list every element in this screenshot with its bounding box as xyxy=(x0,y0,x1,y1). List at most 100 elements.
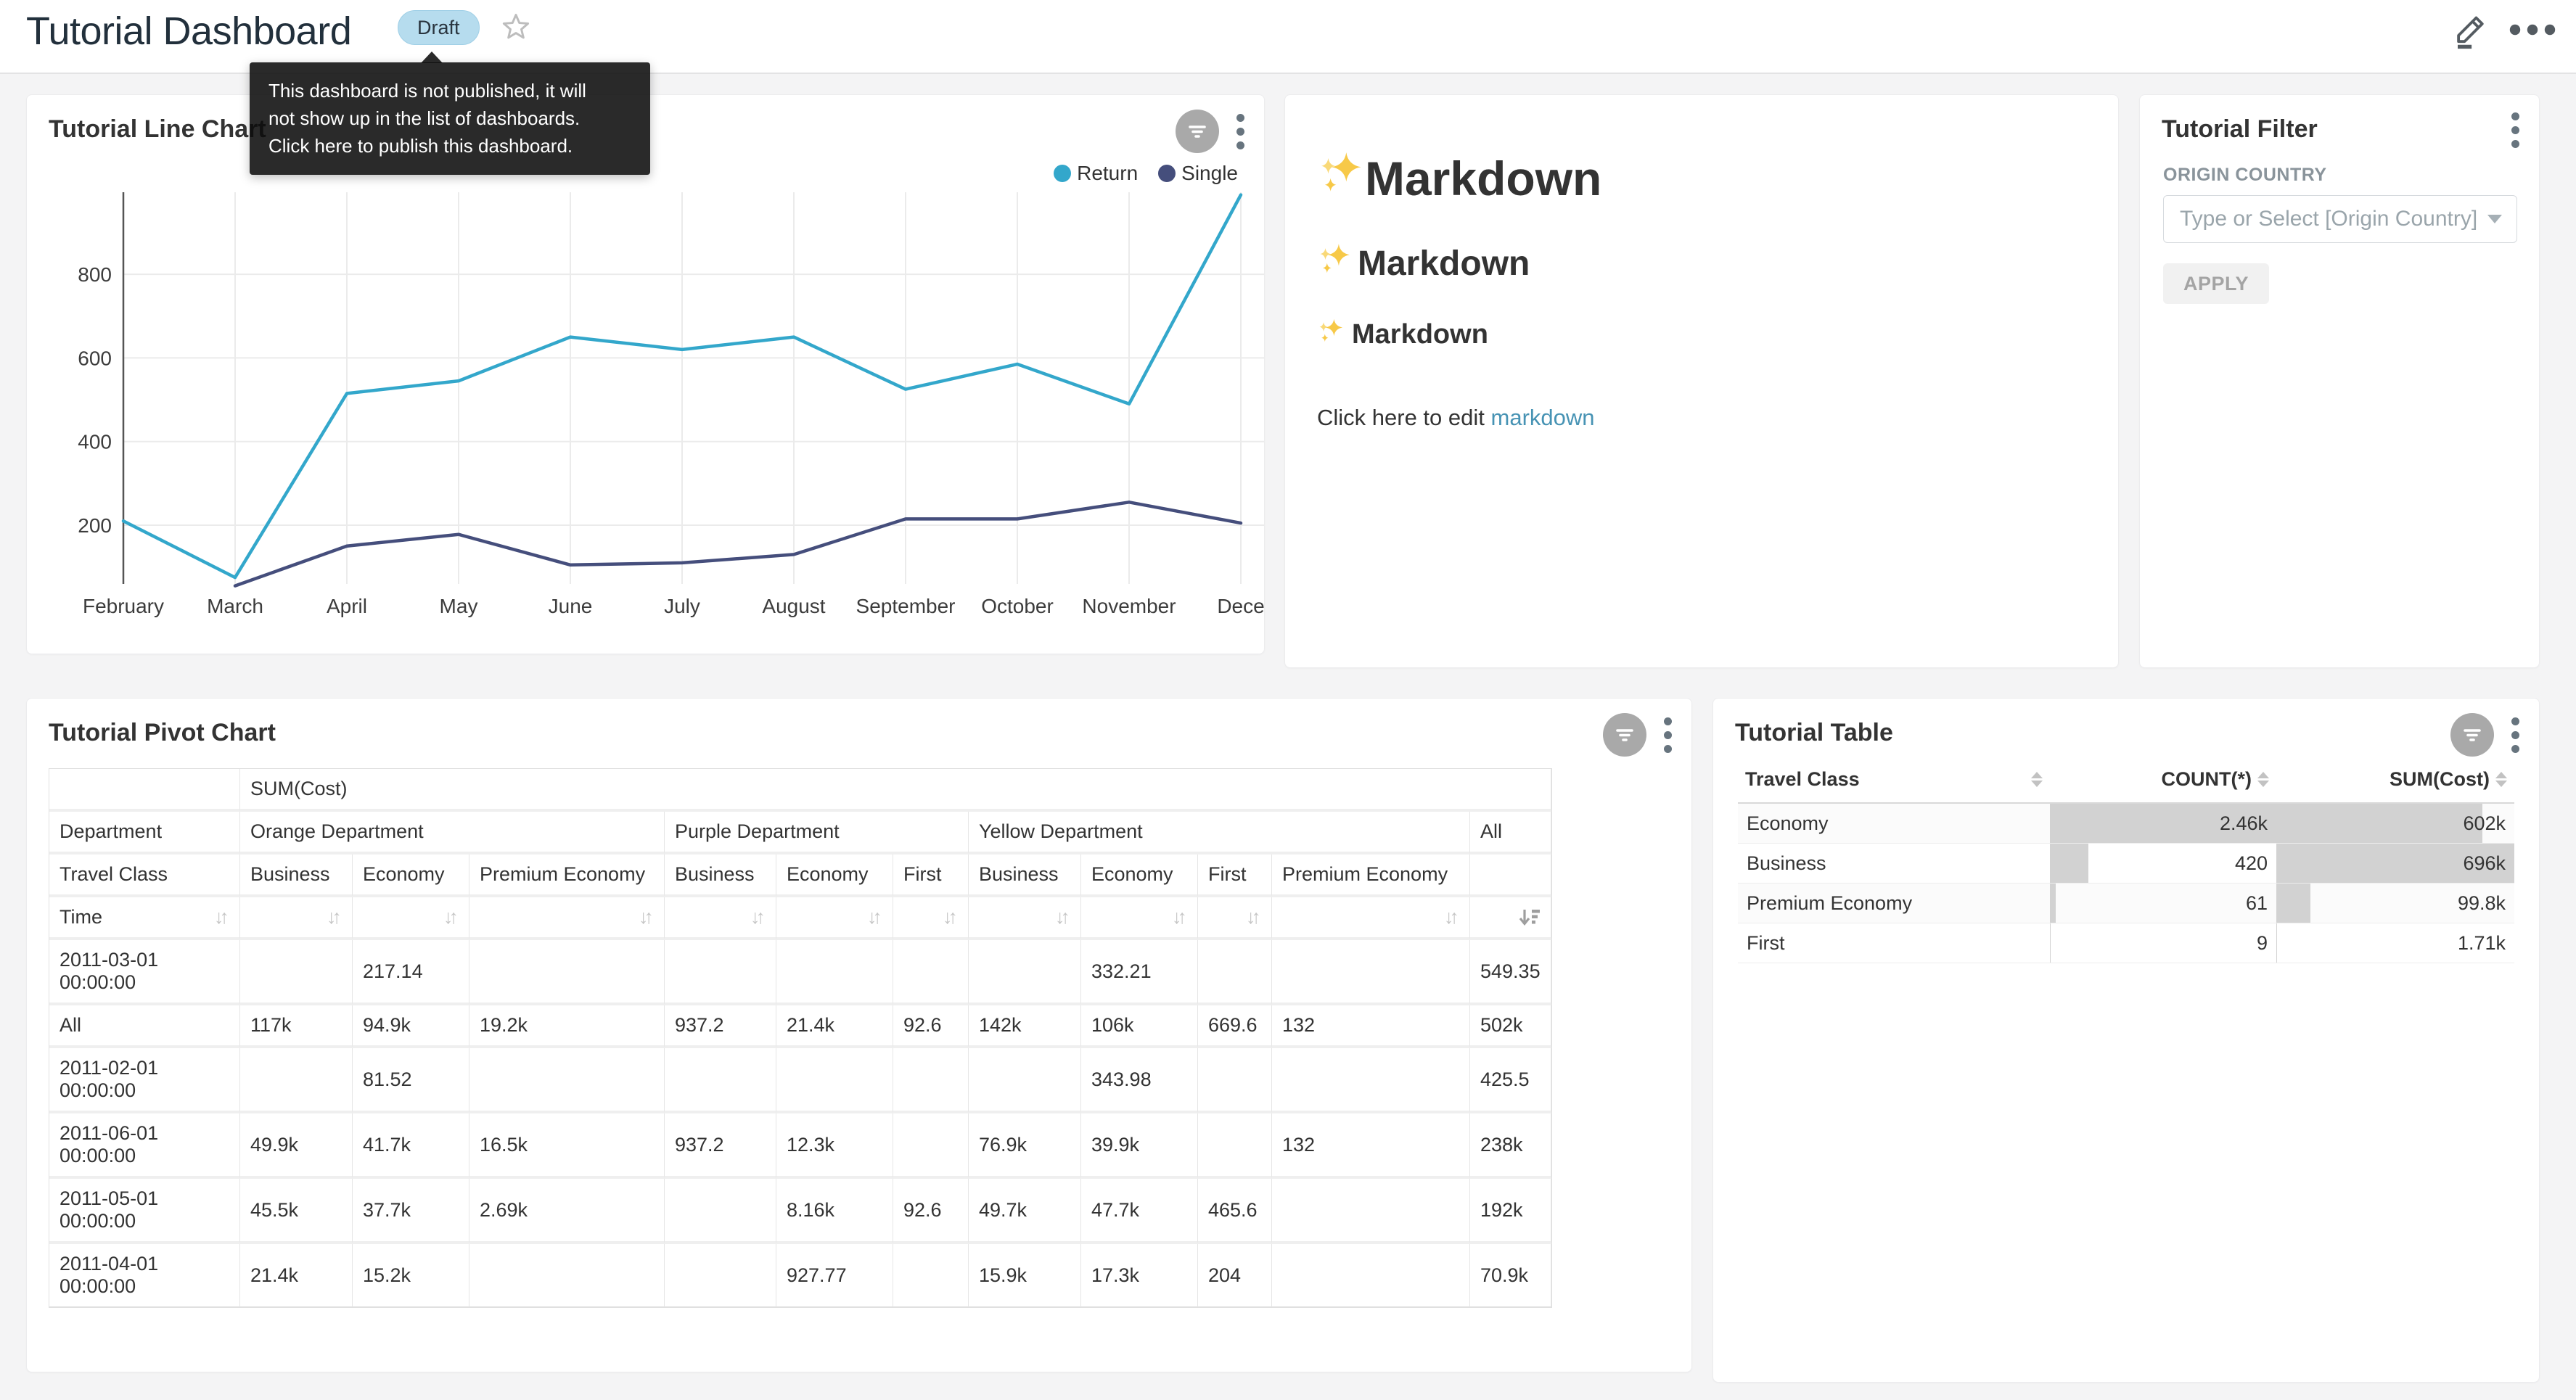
sort-toggle-icon[interactable]: ↓↑ xyxy=(943,906,958,928)
sort-toggle-icon[interactable]: ↓↑ xyxy=(1444,906,1459,928)
pivot-cell xyxy=(776,1048,893,1113)
sort-caret-icon[interactable] xyxy=(2257,772,2269,787)
cell-bar xyxy=(2050,923,2051,963)
cell-sum-cost: 602k xyxy=(2276,803,2514,844)
data-table: Travel ClassCOUNT(*)SUM(Cost)Economy2.46… xyxy=(1738,757,2514,963)
sort-toggle-icon[interactable]: ↓↑ xyxy=(327,906,342,928)
column-header-sum-cost[interactable]: SUM(Cost) xyxy=(2276,757,2514,803)
markdown-edit-link[interactable]: markdown xyxy=(1491,405,1595,430)
pivot-cell: 2.69k xyxy=(469,1179,665,1244)
pivot-table: SUM(Cost)DepartmentOrange DepartmentPurp… xyxy=(49,768,1552,1308)
draft-badge[interactable]: Draft xyxy=(398,10,480,45)
pivot-cell: 332.21 xyxy=(1081,940,1198,1005)
markdown-paragraph: Click here to edit markdown xyxy=(1317,405,2089,431)
table-panel-title: Tutorial Table xyxy=(1735,719,1893,747)
pivot-cell xyxy=(240,1048,353,1113)
column-header-count[interactable]: COUNT(*) xyxy=(2050,757,2276,803)
kebab-menu-icon[interactable] xyxy=(2510,110,2520,150)
sort-caret-icon[interactable] xyxy=(2031,772,2043,787)
pivot-total-cell: 425.5 xyxy=(1470,1048,1551,1113)
pivot-cell: 21.4k xyxy=(240,1244,353,1307)
pivot-group-header: Purple Department xyxy=(665,812,969,855)
x-axis-tick-label: February xyxy=(83,595,164,617)
sort-desc-icon[interactable] xyxy=(1519,907,1541,928)
origin-country-select[interactable]: Type or Select [Origin Country] xyxy=(2163,195,2517,243)
filter-badge-icon[interactable] xyxy=(1176,110,1219,153)
pivot-cell: 41.7k xyxy=(353,1113,469,1179)
sort-toggle-icon[interactable]: ↓↑ xyxy=(867,906,882,928)
cell-travel-class: First xyxy=(1738,923,2050,963)
sort-toggle-icon[interactable]: ↓↑ xyxy=(1172,906,1187,928)
pivot-data-row: 2011-05-01 00:00:0045.5k37.7k2.69k8.16k9… xyxy=(49,1179,1551,1244)
pivot-cell xyxy=(1198,940,1272,1005)
x-axis-tick-label: April xyxy=(327,595,367,617)
pivot-data-row: 2011-02-01 00:00:0081.52343.98425.5 xyxy=(49,1048,1551,1113)
pivot-sorter-cell: ↓↑ xyxy=(969,897,1081,940)
cell-count: 9 xyxy=(2050,923,2276,963)
pivot-sorter-cell: ↓↑ xyxy=(665,897,776,940)
sort-caret-icon[interactable] xyxy=(2495,772,2507,787)
pivot-row-label: 2011-03-01 00:00:00 xyxy=(49,940,240,1005)
pivot-cell: 142k xyxy=(969,1005,1081,1048)
pivot-cell: 49.9k xyxy=(240,1113,353,1179)
markdown-h1-text: Markdown xyxy=(1365,151,1601,206)
sort-toggle-icon[interactable]: ↓↑ xyxy=(750,906,766,928)
column-header-travel-class[interactable]: Travel Class xyxy=(1738,757,2050,803)
kebab-menu-icon[interactable] xyxy=(2510,715,2520,755)
pivot-cell xyxy=(893,1048,969,1113)
pivot-measure-row: SUM(Cost) xyxy=(49,769,1551,812)
more-options-icon[interactable] xyxy=(2509,22,2556,38)
pivot-cell xyxy=(1198,1113,1272,1179)
legend-dot-single xyxy=(1158,165,1176,182)
select-placeholder: Type or Select [Origin Country] xyxy=(2180,207,2487,231)
cell-travel-class: Premium Economy xyxy=(1738,884,2050,923)
filter-badge-icon[interactable] xyxy=(1603,713,1646,757)
series-line-single[interactable] xyxy=(235,502,1241,585)
x-axis-tick-label: August xyxy=(762,595,825,617)
pivot-dimension-label: Department xyxy=(49,812,240,855)
sort-toggle-icon[interactable]: ↓↑ xyxy=(443,906,459,928)
sparkles-icon xyxy=(1317,150,1362,206)
pivot-sorter-cell: ↓↑ xyxy=(353,897,469,940)
pivot-col-header: Business xyxy=(969,855,1081,897)
header-actions xyxy=(2451,10,2556,49)
table-panel-actions xyxy=(2450,713,2520,757)
legend-item-single[interactable]: Single xyxy=(1158,162,1238,185)
kebab-menu-icon[interactable] xyxy=(1235,111,1245,152)
pivot-cell xyxy=(1272,1179,1470,1244)
sort-toggle-icon[interactable]: ↓↑ xyxy=(639,906,654,928)
apply-button[interactable]: APPLY xyxy=(2163,263,2269,304)
sort-toggle-icon[interactable]: ↓↑ xyxy=(1055,906,1070,928)
table-header-row: Travel ClassCOUNT(*)SUM(Cost) xyxy=(1738,757,2514,803)
cell-travel-class: Economy xyxy=(1738,803,2050,844)
page-title: Tutorial Dashboard xyxy=(26,9,351,54)
table-row: Economy2.46k602k xyxy=(1738,803,2514,844)
pivot-cell xyxy=(240,940,353,1005)
sort-toggle-icon[interactable]: ↓↑ xyxy=(214,906,229,928)
pivot-col-header: Premium Economy xyxy=(469,855,665,897)
pivot-col-header: First xyxy=(893,855,969,897)
legend-dot-return xyxy=(1054,165,1071,182)
favorite-star-icon[interactable] xyxy=(501,12,531,42)
legend-item-return[interactable]: Return xyxy=(1054,162,1138,185)
pivot-cell: 81.52 xyxy=(353,1048,469,1113)
markdown-body: Markdown Markdown Markdown Click here to… xyxy=(1317,121,2089,431)
edit-dashboard-icon[interactable] xyxy=(2451,10,2490,49)
x-axis-tick-label: Dece xyxy=(1217,595,1264,617)
x-axis-tick-label: July xyxy=(664,595,700,617)
pivot-cell: 92.6 xyxy=(893,1005,969,1048)
pivot-cell xyxy=(1272,1244,1470,1307)
pivot-sorter-cell: ↓↑ xyxy=(1272,897,1470,940)
pivot-cell: 76.9k xyxy=(969,1113,1081,1179)
chevron-down-icon xyxy=(2487,215,2502,223)
sparkles-icon xyxy=(1317,242,1350,284)
kebab-menu-icon[interactable] xyxy=(1662,715,1673,755)
sort-toggle-icon[interactable]: ↓↑ xyxy=(1246,906,1261,928)
sparkles-icon xyxy=(1317,318,1343,351)
cell-count: 420 xyxy=(2050,844,2276,884)
pivot-cell xyxy=(665,1244,776,1307)
pivot-cell xyxy=(665,940,776,1005)
pivot-sorter-cell: ↓↑ xyxy=(1081,897,1198,940)
x-axis-tick-label: October xyxy=(981,595,1054,617)
filter-badge-icon[interactable] xyxy=(2450,713,2494,757)
